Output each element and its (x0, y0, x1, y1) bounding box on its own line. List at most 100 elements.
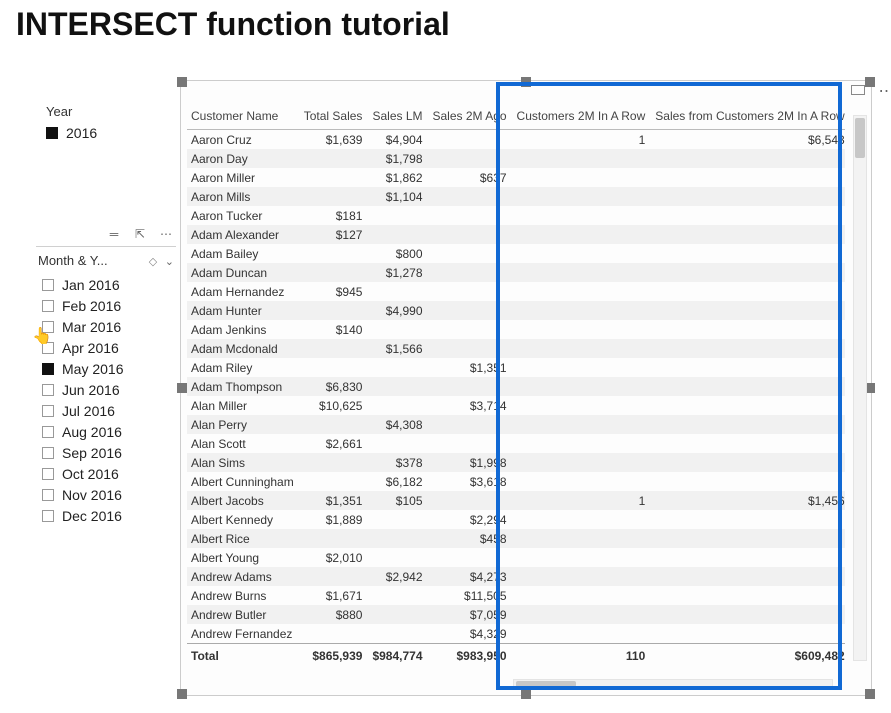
cell-sales-2m-ago (429, 320, 513, 339)
resize-handle[interactable] (521, 689, 531, 699)
table-row[interactable]: Adam Duncan$1,278 (187, 263, 845, 282)
month-option[interactable]: Apr 2016 (42, 337, 176, 358)
month-option[interactable]: Dec 2016 (42, 505, 176, 526)
table-row[interactable]: Adam Mcdonald$1,566 (187, 339, 845, 358)
checkbox-icon (42, 384, 54, 396)
table-row[interactable]: Andrew Burns$1,671$11,505 (187, 586, 845, 605)
col-sales-2m-ago[interactable]: Sales 2M Ago (429, 109, 513, 130)
resize-handle[interactable] (177, 77, 187, 87)
cell-sales-2m-ago: $637 (429, 168, 513, 187)
resize-handle[interactable] (865, 689, 875, 699)
cell-customer-name: Aaron Mills (187, 187, 300, 206)
more-options-icon[interactable]: ⋯ (158, 226, 174, 242)
table-row[interactable]: Aaron Day$1,798 (187, 149, 845, 168)
month-option[interactable]: Feb 2016 (42, 295, 176, 316)
table-row[interactable]: Albert Kennedy$1,889$2,294 (187, 510, 845, 529)
switch-icon[interactable]: ═ (106, 226, 122, 242)
table-row[interactable]: Adam Riley$1,351 (187, 358, 845, 377)
cell-sales-2m-ago: $1,998 (429, 453, 513, 472)
col-sales-from-2m-row[interactable]: Sales from Customers 2M In A Row (651, 109, 845, 130)
table-scroll-area[interactable]: Customer Name Total Sales Sales LM Sales… (187, 109, 845, 665)
table-row[interactable]: Adam Jenkins$140 (187, 320, 845, 339)
resize-handle[interactable] (865, 77, 875, 87)
more-options-icon[interactable]: ⋯ (877, 81, 891, 97)
cell-sales-from-2m-row (651, 377, 845, 396)
cell-total-sales (300, 358, 369, 377)
month-option[interactable]: Oct 2016 (42, 463, 176, 484)
month-option[interactable]: May 2016 (42, 358, 176, 379)
resize-handle[interactable] (177, 689, 187, 699)
vertical-scrollbar[interactable] (853, 115, 867, 661)
chevron-down-icon[interactable]: ⌄ (165, 256, 174, 268)
cell-total-sales (300, 149, 369, 168)
table-visual[interactable]: ⋯ Customer Name Total Sales Sales LM Sal… (180, 80, 872, 696)
col-sales-lm[interactable]: Sales LM (368, 109, 428, 130)
month-option[interactable]: Jan 2016 (42, 274, 176, 295)
cell-customers-2m-row (513, 301, 652, 320)
month-option-label: Sep 2016 (62, 445, 122, 461)
col-customers-2m-row[interactable]: Customers 2M In A Row (513, 109, 652, 130)
table-row[interactable]: Albert Young$2,010 (187, 548, 845, 567)
total-sales-from-2m-row: $609,482 (651, 644, 845, 666)
month-option-label: Jul 2016 (62, 403, 115, 419)
table-row[interactable]: Andrew Fernandez$4,329 (187, 624, 845, 644)
table-row[interactable]: Adam Bailey$800 (187, 244, 845, 263)
table-row[interactable]: Alan Perry$4,308 (187, 415, 845, 434)
month-option[interactable]: Sep 2016 (42, 442, 176, 463)
table-row[interactable]: Andrew Adams$2,942$4,273 (187, 567, 845, 586)
table-row[interactable]: Adam Hernandez$945 (187, 282, 845, 301)
table-row[interactable]: Aaron Mills$1,104 (187, 187, 845, 206)
cell-customers-2m-row (513, 282, 652, 301)
scrollbar-thumb[interactable] (855, 118, 865, 158)
col-customer-name[interactable]: Customer Name (187, 109, 300, 130)
table-row[interactable]: Alan Scott$2,661 (187, 434, 845, 453)
horizontal-scrollbar[interactable] (513, 679, 833, 689)
year-option-label: 2016 (66, 125, 97, 141)
focus-mode-icon[interactable]: ⇱ (132, 226, 148, 242)
cell-sales-from-2m-row (651, 510, 845, 529)
month-slicer-title: Month & Y... (38, 253, 108, 268)
cell-customer-name: Adam Mcdonald (187, 339, 300, 358)
year-option-2016[interactable]: 2016 (46, 125, 166, 141)
month-option[interactable]: Jul 2016 (42, 400, 176, 421)
table-row[interactable]: Alan Miller$10,625$3,714 (187, 396, 845, 415)
cell-customer-name: Adam Alexander (187, 225, 300, 244)
cell-sales-lm: $378 (368, 453, 428, 472)
table-row[interactable]: Alan Sims$378$1,998 (187, 453, 845, 472)
month-option[interactable]: Aug 2016 (42, 421, 176, 442)
col-total-sales[interactable]: Total Sales (300, 109, 369, 130)
month-option-label: Nov 2016 (62, 487, 122, 503)
table-total-row: Total $865,939 $984,774 $983,950 110 $60… (187, 644, 845, 666)
month-option[interactable]: Mar 2016 (42, 316, 176, 337)
cell-sales-lm (368, 434, 428, 453)
month-slicer-header[interactable]: Month & Y... ◇ ⌄ (36, 251, 176, 272)
table-row[interactable]: Aaron Tucker$181 (187, 206, 845, 225)
table-row[interactable]: Albert Cunningham$6,182$3,618 (187, 472, 845, 491)
month-option[interactable]: Nov 2016 (42, 484, 176, 505)
cell-total-sales (300, 567, 369, 586)
table-row[interactable]: Andrew Butler$880$7,059 (187, 605, 845, 624)
month-option[interactable]: Jun 2016 (42, 379, 176, 400)
cell-sales-from-2m-row (651, 605, 845, 624)
cell-sales-lm: $4,904 (368, 130, 428, 150)
table-row[interactable]: Albert Rice$458 (187, 529, 845, 548)
clear-selection-icon[interactable]: ◇ (149, 256, 157, 268)
cell-sales-lm (368, 358, 428, 377)
table-row[interactable]: Adam Alexander$127 (187, 225, 845, 244)
table-row[interactable]: Adam Hunter$4,990 (187, 301, 845, 320)
table-row[interactable]: Aaron Cruz$1,639$4,9041$6,543 (187, 130, 845, 150)
cell-sales-lm: $1,798 (368, 149, 428, 168)
cell-total-sales: $140 (300, 320, 369, 339)
table-row[interactable]: Adam Thompson$6,830 (187, 377, 845, 396)
cell-customer-name: Adam Hunter (187, 301, 300, 320)
table-row[interactable]: Aaron Miller$1,862$637 (187, 168, 845, 187)
month-option-label: Jun 2016 (62, 382, 120, 398)
resize-handle[interactable] (177, 383, 187, 393)
cell-customer-name: Adam Riley (187, 358, 300, 377)
table-row[interactable]: Albert Jacobs$1,351$1051$1,456 (187, 491, 845, 510)
resize-handle[interactable] (521, 77, 531, 87)
scrollbar-thumb[interactable] (516, 681, 576, 687)
year-slicer[interactable]: Year 2016 (46, 104, 166, 141)
month-slicer[interactable]: ═ ⇱ ⋯ Month & Y... ◇ ⌄ Jan 2016Feb 2016M… (36, 224, 176, 526)
focus-mode-icon[interactable] (851, 85, 865, 95)
